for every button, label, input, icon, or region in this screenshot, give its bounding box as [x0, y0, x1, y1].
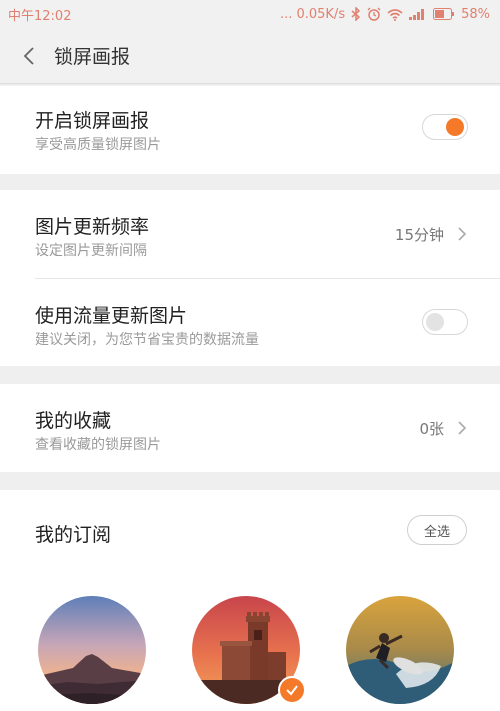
row-use-mobile-data[interactable]: 使用流量更新图片 建议关闭，为您节省宝贵的数据流量	[0, 279, 500, 366]
wifi-icon	[387, 8, 403, 21]
status-bar: 中午12:02 ... 0.05K/s 58%	[0, 0, 500, 28]
status-icons: ... 0.05K/s 58%	[280, 7, 490, 22]
section-update: 图片更新频率 设定图片更新间隔 15分钟 使用流量更新图片 建议关闭，为您节省宝…	[0, 190, 500, 366]
battery-icon	[433, 8, 455, 20]
chevron-right-icon	[458, 421, 467, 435]
toggle-knob	[426, 313, 444, 331]
chevron-left-icon	[23, 46, 34, 65]
row-title: 我的收藏	[35, 410, 112, 432]
battery-level: 58%	[461, 6, 490, 22]
toggle-knob	[446, 118, 464, 136]
row-title: 开启锁屏画报	[35, 110, 150, 132]
bluetooth-icon	[351, 7, 361, 21]
row-subtitle: 查看收藏的锁屏图片	[35, 437, 161, 453]
row-subtitle: 设定图片更新间隔	[35, 243, 147, 259]
row-update-frequency[interactable]: 图片更新频率 设定图片更新间隔 15分钟	[0, 190, 500, 278]
row-enable-magazine[interactable]: 开启锁屏画报 享受高质量锁屏图片	[0, 86, 500, 174]
row-title: 使用流量更新图片	[35, 305, 188, 327]
enable-magazine-toggle[interactable]	[422, 114, 468, 140]
alarm-icon	[367, 7, 381, 21]
subscription-thumb-surfer[interactable]	[346, 596, 454, 704]
row-subtitle: 建议关闭，为您节省宝贵的数据流量	[35, 332, 259, 348]
favorites-count: 0张	[419, 420, 444, 438]
title-bar: 锁屏画报	[0, 28, 500, 84]
chevron-right-icon	[458, 227, 467, 241]
row-my-favorites[interactable]: 我的收藏 查看收藏的锁屏图片 0张	[0, 384, 500, 472]
frequency-value: 15分钟	[394, 226, 444, 244]
row-title: 图片更新频率	[35, 216, 150, 238]
use-data-toggle[interactable]	[422, 309, 468, 335]
section-subscriptions: 我的订阅 全选	[0, 490, 500, 711]
subscriptions-title: 我的订阅	[35, 524, 112, 546]
selected-check-icon	[278, 676, 306, 704]
row-subtitle: 享受高质量锁屏图片	[35, 137, 161, 153]
status-time: 中午12:02	[8, 8, 72, 24]
back-button[interactable]	[4, 28, 54, 84]
section-enable: 开启锁屏画报 享受高质量锁屏图片	[0, 86, 500, 174]
subscription-thumb-mountain[interactable]	[38, 596, 146, 704]
mountain-sunset-image	[38, 596, 146, 704]
section-favorites: 我的收藏 查看收藏的锁屏图片 0张	[0, 384, 500, 472]
surfer-wave-image	[346, 596, 454, 704]
select-all-button[interactable]: 全选	[407, 515, 467, 545]
network-speed: ... 0.05K/s	[279, 6, 346, 22]
page-title: 锁屏画报	[54, 46, 131, 68]
signal-icon	[409, 8, 427, 20]
